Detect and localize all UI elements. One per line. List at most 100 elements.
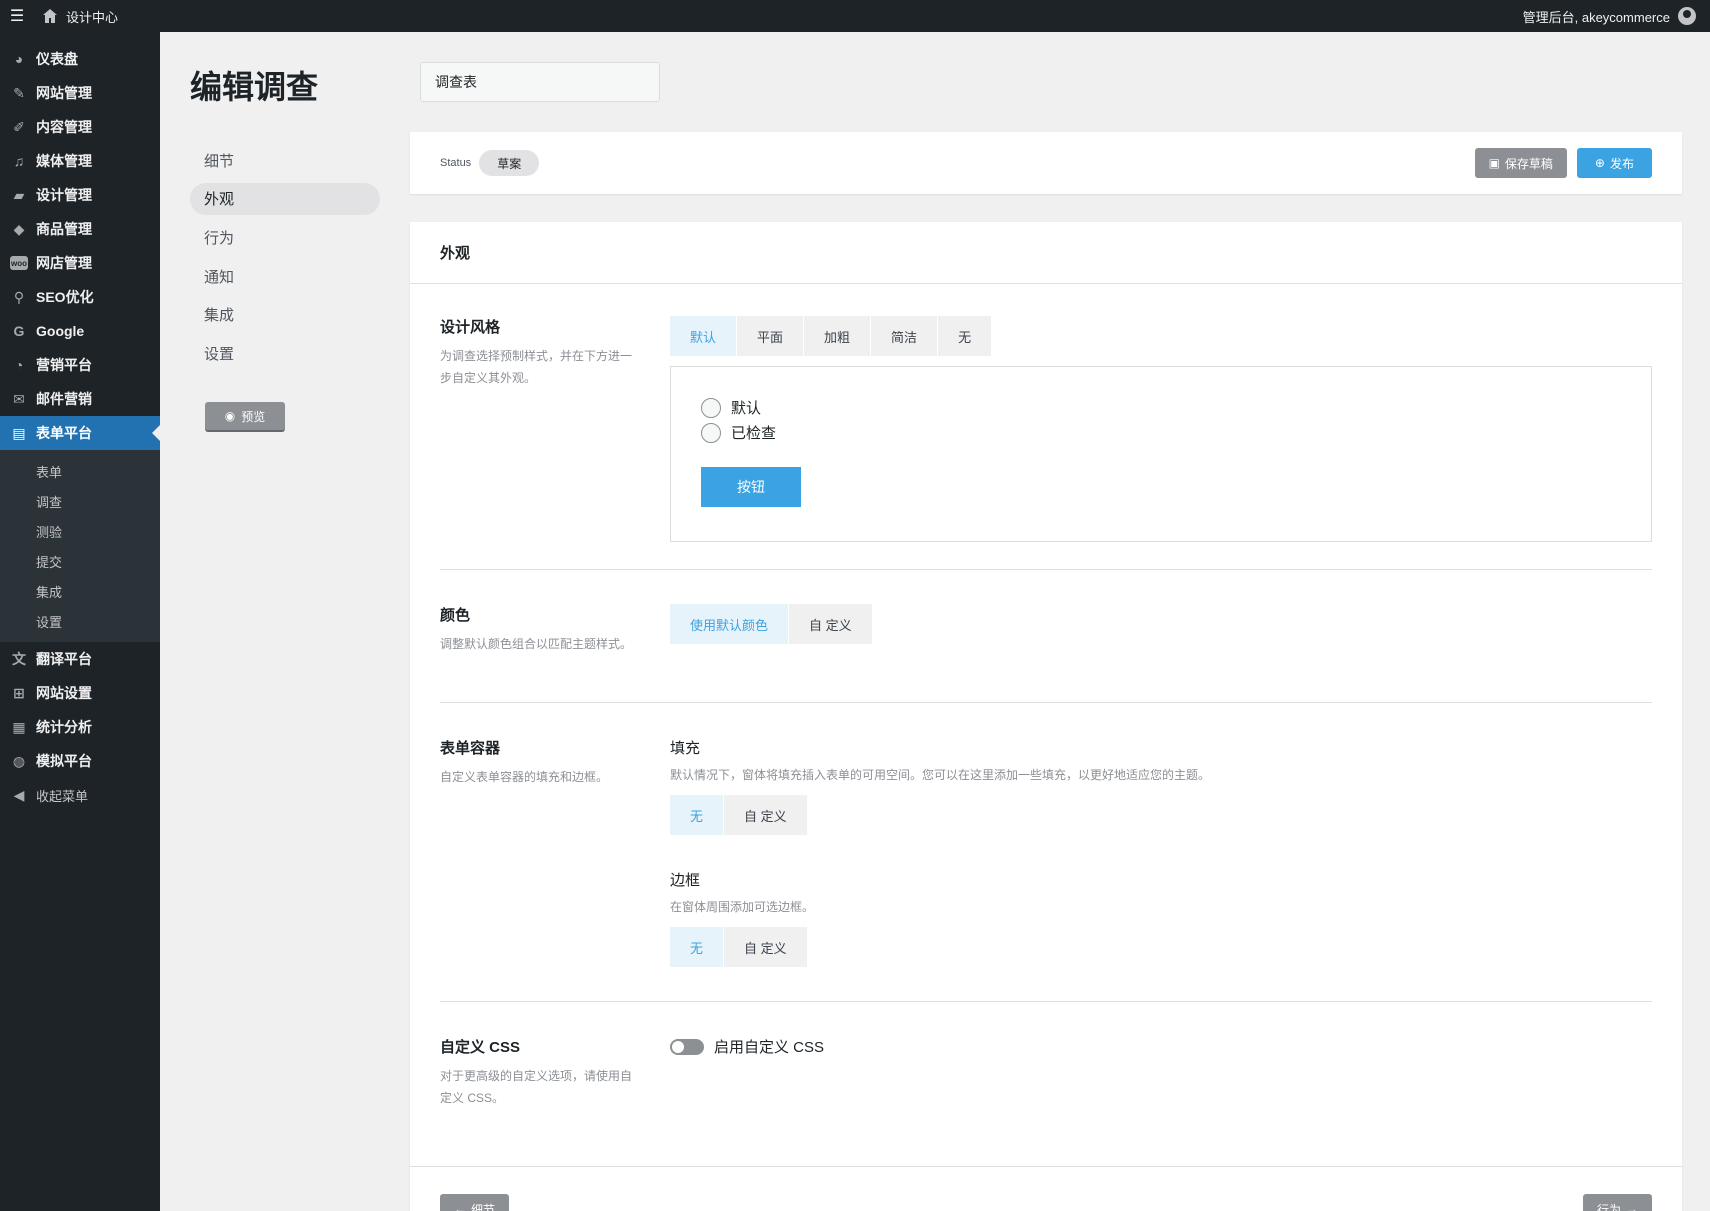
next-step-button[interactable]: 行为 → — [1582, 1194, 1652, 1211]
style-option-flat[interactable]: 平面 — [737, 316, 804, 356]
colors-title: 颜色 — [440, 607, 471, 624]
style-preview: 默认 已检查 按钮 — [670, 366, 1652, 542]
admin-bar: ☰ 设计中心 管理后台, akeycommerce — [0, 0, 1710, 32]
translate-icon: 文 — [12, 651, 26, 667]
panel-heading: 外观 — [410, 222, 1682, 284]
collapse-icon: ◀ — [13, 786, 25, 803]
border-option-none[interactable]: 无 — [670, 927, 724, 967]
padding-option-none[interactable]: 无 — [670, 795, 724, 835]
site-name: 设计中心 — [66, 9, 119, 25]
appearance-panel: 外观 设计风格 为调查选择预制样式，并在下方进一步自定义其外观。 默认 平面 加… — [410, 222, 1682, 1211]
sidebar-item-site-settings[interactable]: ⊞ 网站设置 — [0, 676, 160, 710]
style-option-bold[interactable]: 加粗 — [804, 316, 871, 356]
home-icon — [43, 9, 57, 23]
radio-circle — [701, 397, 721, 418]
sidebar-item-analytics[interactable]: ▦ 统计分析 — [0, 710, 160, 744]
subnav-item-integrations[interactable]: 集成 — [190, 299, 380, 331]
sidebar-item-seo[interactable]: ⚲ SEO优化 — [0, 280, 160, 314]
submenu-item-submissions[interactable]: 提交 — [0, 546, 160, 576]
preview-button[interactable]: ◉ 预览 — [205, 402, 285, 432]
avatar — [1678, 7, 1696, 25]
prev-step-button[interactable]: ← 细节 — [440, 1194, 510, 1211]
border-option-custom[interactable]: 自 定义 — [724, 927, 807, 967]
google-icon: G — [13, 323, 25, 339]
design-style-desc: 为调查选择预制样式，并在下方进一步自定义其外观。 — [440, 349, 633, 385]
sidebar-item-marketing[interactable]: ◔ 营销平台 — [0, 348, 160, 382]
sidebar-item-design[interactable]: ▰ 设计管理 — [0, 178, 160, 212]
divider — [440, 569, 1652, 570]
sidebar-item-content[interactable]: ✐ 内容管理 — [0, 110, 160, 144]
style-option-clean[interactable]: 简洁 — [871, 316, 938, 356]
sidebar-item-dashboard[interactable]: ◕ 仪表盘 — [0, 42, 160, 76]
submenu-item-settings[interactable]: 设置 — [0, 606, 160, 636]
border-desc: 在窗体周围添加可选边框。 — [670, 900, 815, 914]
subnav-item-details[interactable]: 细节 — [190, 144, 380, 176]
submenu-item-forms[interactable]: 表单 — [0, 456, 160, 486]
colors-desc: 调整默认颜色组合以匹配主题样式。 — [440, 637, 633, 651]
style-option-default[interactable]: 默认 — [670, 316, 737, 356]
sidebar-item-forms[interactable]: ▤ 表单平台 — [0, 416, 160, 450]
design-style-selector: 默认 平面 加粗 简洁 无 — [670, 316, 992, 356]
divider — [440, 1001, 1652, 1002]
subnav-item-settings[interactable]: 设置 — [190, 337, 380, 369]
analytics-icon: ▦ — [12, 718, 26, 735]
arrow-left-icon: ← — [454, 1202, 466, 1211]
preview-radio-default[interactable]: 默认 — [701, 395, 1621, 420]
status-bar: Status 草案 ▣ 保存草稿 ⊕ 发布 — [410, 132, 1682, 194]
container-desc: 自定义表单容器的填充和边框。 — [440, 770, 609, 784]
border-title: 边框 — [670, 872, 701, 889]
sidebar-item-translate[interactable]: 文翻译平台 — [0, 642, 160, 676]
color-option-default[interactable]: 使用默认颜色 — [670, 604, 789, 644]
custom-css-toggle-label: 启用自定义 CSS — [714, 1039, 825, 1056]
rss-icon: ◔ — [14, 357, 24, 373]
publish-button[interactable]: ⊕ 发布 — [1576, 148, 1652, 178]
arrow-right-icon: → — [1626, 1202, 1638, 1211]
custom-css-title: 自定义 CSS — [440, 1039, 521, 1056]
submenu-item-surveys[interactable]: 调查 — [0, 486, 160, 516]
survey-name-input[interactable]: 调查表 — [420, 62, 660, 102]
footer-divider — [410, 1166, 1682, 1167]
collapse-menu-button[interactable]: ◀ 收起菜单 — [0, 778, 160, 812]
pin-icon: ✎ — [13, 84, 25, 101]
subnav-item-behavior[interactable]: 行为 — [190, 221, 380, 253]
main-content: 编辑调查 调查表 细节 外观 行为 通知 集成 设置 ◉ 预览 Status 草… — [160, 32, 1710, 1211]
eye-icon: ◉ — [224, 409, 236, 423]
custom-css-toggle[interactable] — [670, 1038, 704, 1055]
account-menu[interactable]: 管理后台, akeycommerce — [1523, 7, 1710, 26]
sidebar-item-media[interactable]: ♫ 媒体管理 — [0, 144, 160, 178]
forms-submenu: 表单 调查 测验 提交 集成 设置 — [0, 450, 160, 642]
padding-selector: 无 自 定义 — [670, 795, 808, 835]
pencil-icon: ✐ — [13, 118, 25, 135]
sidebar-item-google[interactable]: G Google — [0, 314, 160, 348]
save-draft-button[interactable]: ▣ 保存草稿 — [1474, 148, 1567, 178]
menu-icon[interactable]: ☰ — [0, 0, 34, 32]
globe-icon: ⊕ — [1594, 156, 1605, 170]
padding-option-custom[interactable]: 自 定义 — [724, 795, 807, 835]
subnav-item-notifications[interactable]: 通知 — [190, 260, 380, 292]
sidebar-item-email[interactable]: ✉ 邮件营销 — [0, 382, 160, 416]
submenu-item-quizzes[interactable]: 测验 — [0, 516, 160, 546]
media-icon: ♫ — [13, 153, 25, 169]
custom-css-desc: 对于更高级的自定义选项，请使用自定义 CSS。 — [440, 1069, 633, 1105]
woo-icon: woo — [10, 256, 28, 270]
globe-icon: ◍ — [12, 752, 26, 769]
settings-subnav: 细节 外观 行为 通知 集成 设置 — [190, 144, 380, 376]
sidebar-item-products[interactable]: ◆ 商品管理 — [0, 212, 160, 246]
sidebar-item-shop[interactable]: woo 网店管理 — [0, 246, 160, 280]
folder-icon: ▰ — [13, 186, 25, 203]
preview-radio-checked[interactable]: 已检查 — [701, 420, 1621, 445]
color-selector: 使用默认颜色 自 定义 — [670, 604, 873, 644]
status-label: Status — [440, 157, 472, 169]
sidebar-item-site[interactable]: ✎ 网站管理 — [0, 76, 160, 110]
site-home-link[interactable]: 设计中心 — [34, 0, 126, 32]
admin-sidebar: ◕ 仪表盘 ✎ 网站管理 ✐ 内容管理 ♫ 媒体管理 ▰ 设计管理 ◆ 商品管理 woo 网店… — [0, 32, 160, 1211]
search-icon: ⚲ — [13, 288, 25, 305]
custom-css-toggle-row: 启用自定义 CSS — [670, 1036, 1652, 1057]
style-option-none[interactable]: 无 — [938, 316, 992, 356]
dashboard-icon: ◕ — [14, 51, 24, 67]
subnav-item-appearance[interactable]: 外观 — [190, 182, 380, 215]
submenu-item-integrations[interactable]: 集成 — [0, 576, 160, 606]
preview-submit-button[interactable]: 按钮 — [701, 467, 801, 507]
sidebar-item-simulation[interactable]: ◍ 模拟平台 — [0, 744, 160, 778]
color-option-custom[interactable]: 自 定义 — [789, 604, 872, 644]
